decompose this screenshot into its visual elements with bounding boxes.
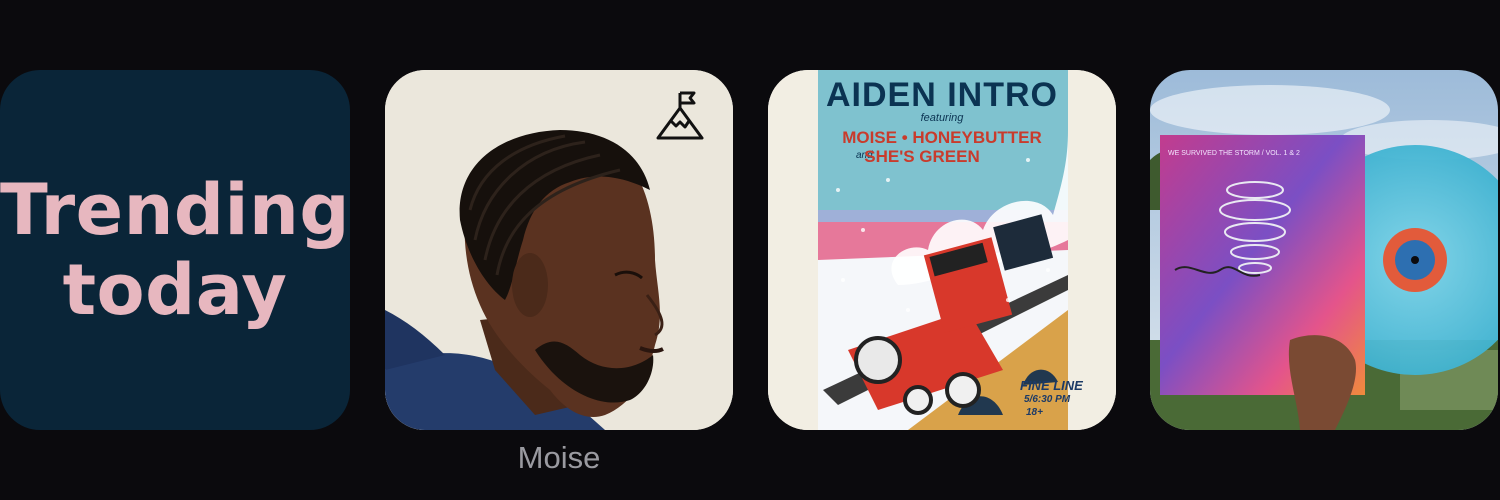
poster-age: 18+	[1026, 407, 1043, 418]
poster-time: 5/6:30 PM	[1024, 394, 1071, 405]
summit-flag-icon	[656, 91, 704, 140]
trending-today-card: Trending today	[0, 70, 350, 430]
vinyl-record-card[interactable]: WE SURVIVED THE STORM / VOL. 1 & 2	[1150, 70, 1498, 430]
trending-title-line1: Trending	[0, 169, 350, 251]
artist-caption[interactable]: Moise	[385, 440, 733, 476]
trending-title-line2: today	[62, 249, 288, 331]
poster-featuring: featuring	[920, 112, 964, 124]
concert-poster-card[interactable]: AIDEN INTRO featuring MOISE • HONEYBUTTE…	[768, 70, 1116, 430]
vinyl-sleeve-text: WE SURVIVED THE STORM / VOL. 1 & 2	[1168, 150, 1300, 157]
poster-venue: FINE LINE	[1020, 378, 1083, 393]
trending-today-title: Trending today	[0, 70, 350, 430]
poster-headline: AIDEN INTRO	[826, 76, 1058, 114]
poster-artwork	[768, 70, 1116, 430]
poster-lineup-line2: SHE'S GREEN	[864, 147, 980, 166]
poster-lineup-line1: MOISE • HONEYBUTTER	[842, 128, 1042, 147]
artist-card-moise[interactable]	[385, 70, 733, 430]
vinyl-photo-image	[1150, 70, 1498, 430]
